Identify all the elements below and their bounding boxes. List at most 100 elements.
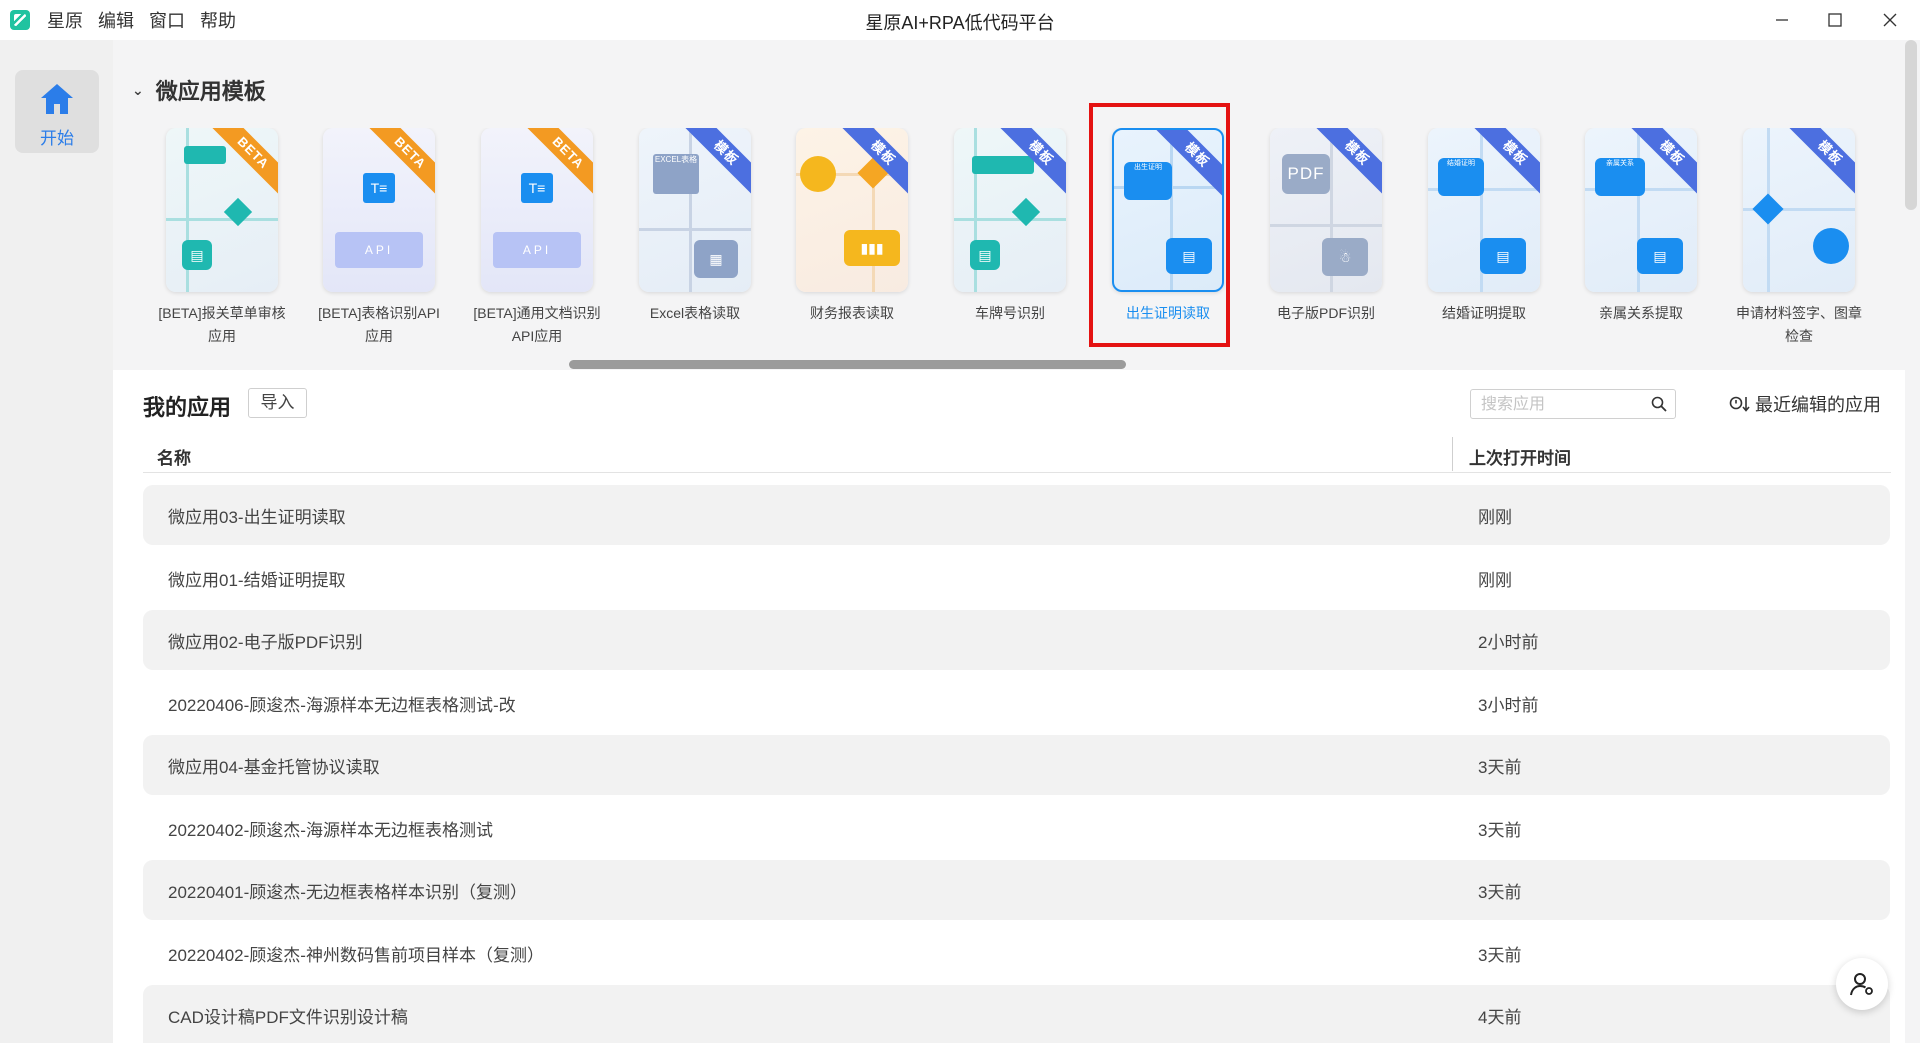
- relationship-icon: 亲属关系: [1595, 158, 1645, 196]
- app-time: 4天前: [1478, 1008, 1522, 1027]
- app-name: 微应用01-结婚证明提取: [168, 571, 346, 590]
- table-row[interactable]: 微应用02-电子版PDF识别 2小时前: [143, 610, 1890, 670]
- template-label: 亲属关系提取: [1599, 305, 1683, 321]
- template-card-birth-certificate[interactable]: 出生证明 ▤ 模板 出生证明读取: [1104, 128, 1232, 325]
- template-thumbnail: ▤ 模板: [954, 128, 1066, 292]
- app-time: 3小时前: [1478, 696, 1539, 715]
- template-thumbnail: EXCEL表格 ▦ 模板: [639, 128, 751, 292]
- menu-item-xingyuan[interactable]: 星原: [47, 7, 91, 33]
- search-box: [1470, 389, 1676, 419]
- user-assistant-button[interactable]: [1836, 958, 1888, 1010]
- table-row[interactable]: 20220402-顾逡杰-海源样本无边框表格测试 3天前: [143, 798, 1890, 858]
- chevron-down-icon: ⌄: [132, 81, 144, 98]
- window-title: 星原AI+RPA低代码平台: [865, 13, 1055, 33]
- close-button[interactable]: [1862, 0, 1917, 40]
- user-settings-icon: [1850, 973, 1873, 996]
- sidebar-item-label: 开始: [40, 129, 74, 148]
- table-row[interactable]: 微应用04-基金托管协议读取 3天前: [143, 735, 1890, 795]
- import-button[interactable]: 导入: [248, 388, 307, 418]
- app-name: 20220402-顾逡杰-神州数码售前项目样本（复测）: [168, 946, 544, 965]
- api-box: API: [493, 232, 581, 268]
- template-label: [BETA]通用文档识别API应用: [473, 305, 601, 344]
- template-thumbnail: ▮▮▮ 模板: [796, 128, 908, 292]
- table-row[interactable]: 微应用01-结婚证明提取 刚刚: [143, 548, 1890, 608]
- table-row[interactable]: 微应用03-出生证明读取 刚刚: [143, 485, 1890, 545]
- header-divider: [143, 472, 1891, 473]
- recent-edited-sort[interactable]: 最近编辑的应用: [1729, 391, 1881, 417]
- template-card-pdf[interactable]: PDF ☃ 模板 电子版PDF识别: [1262, 128, 1390, 325]
- app-name: 20220406-顾逡杰-海源样本无边框表格测试-改: [168, 696, 516, 715]
- template-label: [BETA]报关草单审核应用: [158, 305, 286, 344]
- title-bar: 星原 编辑 窗口 帮助 星原AI+RPA低代码平台: [0, 0, 1920, 40]
- template-card-document-api[interactable]: T≡ API BETA [BETA]通用文档识别API应用: [473, 128, 601, 348]
- template-label: [BETA]表格识别API应用: [318, 305, 440, 344]
- app-name: 微应用03-出生证明读取: [168, 508, 346, 527]
- table-row[interactable]: 20220401-顾逡杰-无边框表格样本识别（复测） 3天前: [143, 860, 1890, 920]
- app-name: 微应用02-电子版PDF识别: [168, 633, 363, 652]
- signature-check-icon: [1752, 193, 1784, 225]
- template-card-table-api[interactable]: T≡ API BETA [BETA]表格识别API应用: [315, 128, 443, 348]
- maximize-icon: [1827, 13, 1842, 27]
- finance-chart-icon: [800, 156, 836, 192]
- vertical-scrollbar[interactable]: [1905, 40, 1917, 210]
- template-label: 财务报表读取: [810, 305, 894, 321]
- flowchart-icon: [184, 146, 226, 164]
- template-card-excel[interactable]: EXCEL表格 ▦ 模板 Excel表格读取: [631, 128, 759, 325]
- horizontal-scrollbar[interactable]: [569, 360, 1126, 369]
- recent-label: 最近编辑的应用: [1755, 395, 1881, 415]
- template-thumbnail: 亲属关系 ▤ 模板: [1585, 128, 1697, 292]
- template-thumbnail: T≡ API BETA: [323, 128, 435, 292]
- template-thumbnail: 出生证明 ▤ 模板: [1112, 128, 1224, 292]
- app-name: 20220402-顾逡杰-海源样本无边框表格测试: [168, 821, 493, 840]
- home-icon: [41, 84, 73, 114]
- flowchart-icon: [972, 156, 1034, 174]
- template-label: 电子版PDF识别: [1277, 305, 1375, 321]
- app-time: 2小时前: [1478, 633, 1539, 652]
- template-thumbnail: T≡ API BETA: [481, 128, 593, 292]
- template-carousel: ▤ BETA [BETA]报关草单审核应用 T≡ API BETA [BETA]…: [158, 128, 1898, 358]
- app-time: 刚刚: [1478, 508, 1512, 527]
- app-name: CAD设计稿PDF文件识别设计稿: [168, 1008, 408, 1027]
- template-label: Excel表格读取: [649, 305, 741, 321]
- template-thumbnail: PDF ☃ 模板: [1270, 128, 1382, 292]
- template-label: 车牌号识别: [975, 305, 1045, 321]
- table-row[interactable]: 20220402-顾逡杰-神州数码售前项目样本（复测） 3天前: [143, 923, 1890, 983]
- template-section-header[interactable]: ⌄ 微应用模板: [132, 74, 266, 106]
- template-card-relationship[interactable]: 亲属关系 ▤ 模板 亲属关系提取: [1577, 128, 1705, 325]
- template-card-marriage[interactable]: 结婚证明 ▤ 模板 结婚证明提取: [1420, 128, 1548, 325]
- menu-item-help[interactable]: 帮助: [200, 7, 244, 33]
- template-card-license-plate[interactable]: ▤ 模板 车牌号识别: [946, 128, 1074, 325]
- marriage-certificate-icon: 结婚证明: [1438, 158, 1484, 196]
- search-icon[interactable]: [1651, 396, 1667, 412]
- table-row[interactable]: CAD设计稿PDF文件识别设计稿 4天前: [143, 985, 1890, 1043]
- maximize-button[interactable]: [1807, 0, 1862, 40]
- template-label: 申请材料签字、图章检查: [1736, 305, 1862, 344]
- minimize-button[interactable]: [1754, 0, 1809, 40]
- minimize-icon: [1775, 19, 1788, 21]
- menu-item-window[interactable]: 窗口: [149, 7, 193, 33]
- app-time: 刚刚: [1478, 571, 1512, 590]
- pdf-icon: PDF: [1282, 154, 1330, 194]
- template-card-customs[interactable]: ▤ BETA [BETA]报关草单审核应用: [158, 128, 286, 348]
- table-api-icon: T≡: [363, 173, 395, 203]
- menu-item-edit[interactable]: 编辑: [98, 7, 142, 33]
- column-header-name[interactable]: 名称: [157, 444, 191, 469]
- template-thumbnail: 模板: [1743, 128, 1855, 292]
- menu-bar: 星原 编辑 窗口 帮助: [47, 7, 251, 33]
- template-card-signature-check[interactable]: 模板 申请材料签字、图章检查: [1735, 128, 1863, 348]
- template-card-finance[interactable]: ▮▮▮ 模板 财务报表读取: [788, 128, 916, 325]
- app-name: 微应用04-基金托管协议读取: [168, 758, 380, 777]
- my-apps-title: 我的应用: [143, 395, 232, 420]
- app-name: 20220401-顾逡杰-无边框表格样本识别（复测）: [168, 883, 527, 902]
- table-row[interactable]: 20220406-顾逡杰-海源样本无边框表格测试-改 3小时前: [143, 673, 1890, 733]
- template-label: 结婚证明提取: [1442, 305, 1526, 321]
- close-icon: [1883, 13, 1896, 27]
- column-divider[interactable]: [1452, 437, 1453, 471]
- column-header-last-opened[interactable]: 上次打开时间: [1469, 444, 1571, 469]
- search-input[interactable]: [1479, 394, 1643, 416]
- template-thumbnail: 结婚证明 ▤ 模板: [1428, 128, 1540, 292]
- app-time: 3天前: [1478, 946, 1522, 965]
- api-box: API: [335, 232, 423, 268]
- sidebar-item-start[interactable]: 开始: [15, 70, 99, 153]
- template-badge: 模板: [1783, 128, 1855, 200]
